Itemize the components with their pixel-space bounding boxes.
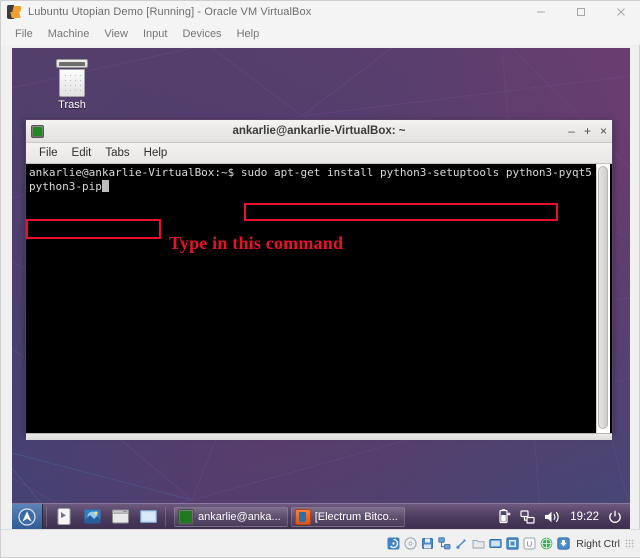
host-key-label: Right Ctrl — [576, 537, 620, 550]
web-browser-icon — [84, 509, 100, 524]
terminal-statusbar — [26, 434, 612, 440]
annotation-callout-text: Type in this command — [169, 233, 344, 253]
taskbar-system-tray: 19:22 — [497, 509, 622, 524]
hard-disk-icon[interactable] — [387, 537, 400, 550]
show-desktop-icon — [139, 510, 157, 523]
mouse-integration-icon[interactable] — [540, 537, 553, 550]
resize-grip-icon[interactable] — [603, 434, 611, 440]
guest-screen[interactable]: Trash ankarlie@ankarlie-VirtualBox: ~ – … — [12, 48, 630, 529]
terminal-scrollbar[interactable] — [596, 164, 610, 433]
trash-icon — [55, 59, 89, 97]
electrum-icon — [294, 508, 311, 525]
maximize-icon[interactable] — [561, 1, 601, 23]
volume-icon[interactable] — [544, 510, 561, 524]
menu-machine[interactable]: Machine — [41, 26, 98, 42]
desktop-icon-trash[interactable]: Trash — [41, 59, 103, 111]
taskbar-window-electrum[interactable]: [Electrum Bitco... — [290, 506, 405, 527]
launcher-file-manager[interactable] — [51, 505, 77, 529]
terminal-output-area[interactable]: ankarlie@ankarlie-VirtualBox:~$ sudo apt… — [26, 164, 612, 434]
desktop-icon-label: Trash — [58, 99, 86, 111]
terminal-command-line: ankarlie@ankarlie-VirtualBox:~$ sudo apt… — [29, 166, 594, 194]
terminal-title: ankarlie@ankarlie-VirtualBox: ~ — [232, 125, 406, 137]
terminal-icon — [178, 508, 194, 525]
launcher-show-desktop[interactable] — [135, 505, 161, 529]
terminal-icon — [31, 124, 44, 138]
terminal-titlebar[interactable]: ankarlie@ankarlie-VirtualBox: ~ – + × — [26, 120, 612, 143]
taskbar-window-label: ankarlie@anka... — [198, 510, 281, 523]
window-title: Lubuntu Utopian Demo [Running] - Oracle … — [28, 6, 312, 18]
guest-additions-icon[interactable]: U — [523, 537, 536, 550]
terminal-launcher-icon — [111, 509, 129, 524]
virtualbox-window: Lubuntu Utopian Demo [Running] - Oracle … — [0, 0, 640, 558]
virtualbox-menubar: File Machine View Input Devices Help — [1, 23, 640, 45]
terminal-menu-edit[interactable]: Edit — [65, 146, 99, 160]
usb-icon[interactable] — [455, 537, 468, 550]
lubuntu-taskbar: ankarlie@anka... [Electrum Bitco... 19:2… — [12, 503, 630, 529]
taskbar-launcher-area — [12, 503, 169, 529]
menu-help[interactable]: Help — [230, 26, 268, 42]
virtualbox-icon — [7, 5, 21, 19]
terminal-maximize-icon[interactable]: + — [583, 125, 592, 137]
virtualbox-statusbar: U Right Ctrl — [1, 529, 640, 557]
network-icon[interactable] — [520, 509, 535, 524]
terminal-scrollbar-thumb[interactable] — [598, 166, 608, 429]
terminal-menu-tabs[interactable]: Tabs — [98, 146, 136, 160]
launcher-terminal[interactable] — [107, 505, 133, 529]
terminal-menu-help[interactable]: Help — [137, 146, 175, 160]
menu-devices[interactable]: Devices — [175, 26, 229, 42]
window-controls — [521, 1, 640, 23]
close-icon[interactable] — [601, 1, 640, 23]
menu-file[interactable]: File — [8, 26, 41, 42]
menu-input[interactable]: Input — [136, 26, 175, 42]
terminal-menu-file[interactable]: File — [32, 146, 65, 160]
power-icon[interactable] — [608, 510, 622, 524]
taskbar-window-terminal[interactable]: ankarlie@anka... — [174, 506, 288, 527]
menu-view[interactable]: View — [97, 26, 136, 42]
taskbar-separator — [46, 506, 47, 527]
statusbar-resize-grip-icon[interactable] — [625, 538, 635, 549]
launcher-web-browser[interactable] — [79, 505, 105, 529]
taskbar-window-list: ankarlie@anka... [Electrum Bitco... — [174, 506, 497, 527]
lubuntu-start-icon[interactable] — [12, 503, 43, 529]
floppy-disk-icon[interactable] — [421, 537, 434, 550]
recording-icon[interactable] — [506, 537, 519, 550]
virtualbox-status-icons: U — [387, 537, 570, 550]
terminal-window[interactable]: ankarlie@ankarlie-VirtualBox: ~ – + × Fi… — [25, 119, 613, 440]
terminal-window-controls: – + × — [567, 120, 608, 142]
virtualbox-titlebar: Lubuntu Utopian Demo [Running] - Oracle … — [1, 1, 640, 23]
terminal-minimize-icon[interactable]: – — [567, 125, 576, 137]
terminal-prompt: ankarlie@ankarlie-VirtualBox:~$ — [29, 166, 241, 179]
terminal-cursor — [101, 180, 109, 192]
network-adapter-icon[interactable] — [438, 537, 451, 550]
svg-text:U: U — [527, 539, 532, 548]
battery-icon[interactable] — [497, 509, 511, 524]
taskbar-separator-2 — [165, 506, 166, 527]
terminal-menubar: File Edit Tabs Help — [26, 143, 612, 164]
terminal-close-icon[interactable]: × — [599, 125, 608, 137]
display-icon[interactable] — [489, 537, 502, 550]
optical-disk-icon[interactable] — [404, 537, 417, 550]
file-manager-icon — [57, 508, 70, 525]
taskbar-clock[interactable]: 19:22 — [570, 511, 599, 523]
host-key-icon[interactable] — [557, 537, 570, 550]
taskbar-window-label: [Electrum Bitco... — [314, 510, 398, 523]
minimize-icon[interactable] — [521, 1, 561, 23]
shared-folders-icon[interactable] — [472, 537, 485, 550]
